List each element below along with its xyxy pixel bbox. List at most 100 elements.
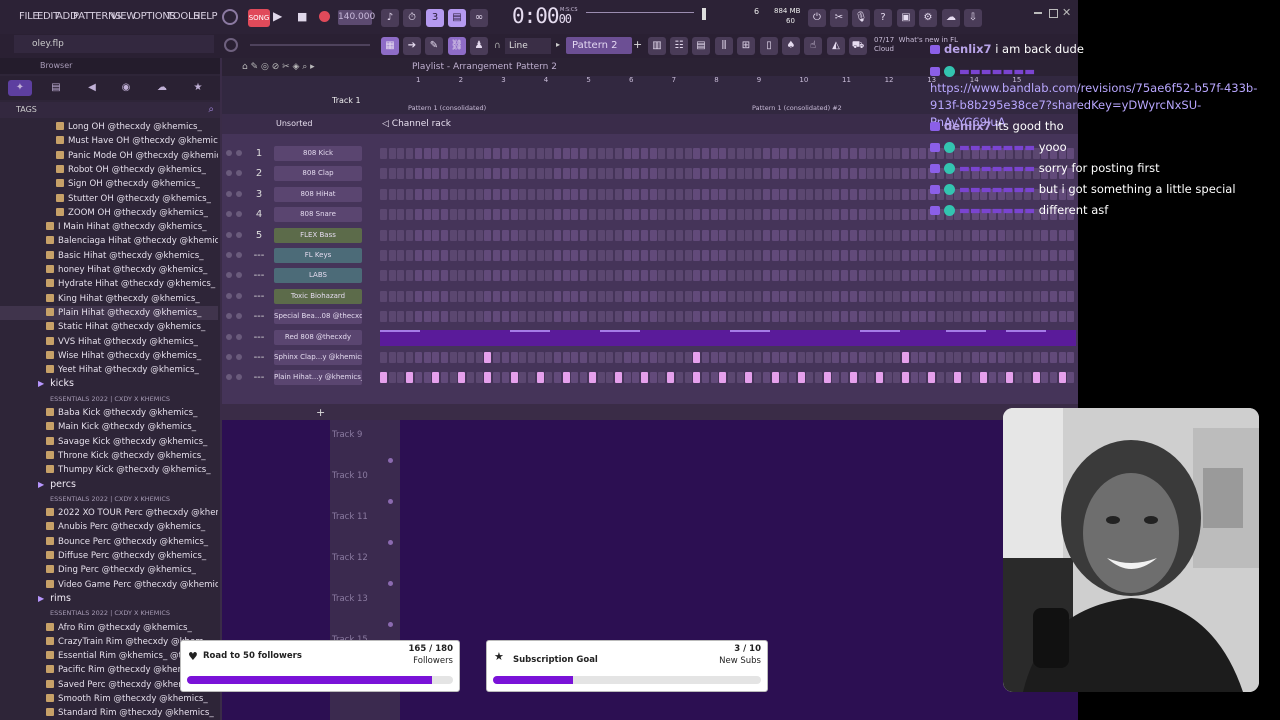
step-button[interactable]: [962, 352, 970, 363]
step-button[interactable]: [1041, 352, 1049, 363]
step-button[interactable]: [1015, 352, 1023, 363]
step-button[interactable]: [475, 290, 483, 302]
step-button[interactable]: [388, 311, 396, 323]
step-button[interactable]: [484, 188, 492, 200]
channel-pan-knob[interactable]: [236, 292, 242, 299]
channel-name-button[interactable]: FL Keys: [274, 248, 362, 263]
step-button[interactable]: [858, 168, 866, 180]
step-button[interactable]: [841, 250, 849, 261]
channel-mixer-number[interactable]: ---: [248, 248, 270, 264]
step-button[interactable]: [806, 372, 814, 384]
step-button[interactable]: [606, 311, 614, 323]
step-button[interactable]: [449, 229, 457, 241]
track-label[interactable]: Track 10: [332, 471, 368, 481]
step-button[interactable]: [919, 372, 927, 384]
step-button[interactable]: [406, 290, 414, 302]
step-button[interactable]: [501, 290, 509, 302]
all-tab-icon[interactable]: ✦: [8, 80, 32, 96]
channel-mute-led[interactable]: [226, 374, 232, 381]
step-button[interactable]: [701, 290, 709, 302]
step-button[interactable]: [884, 290, 892, 302]
step-button[interactable]: [580, 250, 588, 261]
step-button[interactable]: [484, 270, 492, 282]
step-button[interactable]: [414, 229, 422, 241]
step-button[interactable]: [380, 209, 387, 221]
step-button[interactable]: [997, 311, 1005, 323]
step-button[interactable]: [701, 250, 709, 261]
step-button[interactable]: [806, 168, 814, 180]
step-button[interactable]: [527, 168, 535, 180]
track-label[interactable]: Track 13: [332, 594, 368, 604]
step-button[interactable]: [693, 311, 701, 323]
step-button[interactable]: [406, 188, 414, 200]
step-button[interactable]: [945, 290, 953, 302]
step-button[interactable]: [936, 229, 944, 241]
channel-pan-knob[interactable]: [236, 272, 242, 279]
step-button[interactable]: [484, 229, 492, 241]
step-button[interactable]: [919, 311, 927, 323]
step-button[interactable]: [1067, 290, 1075, 302]
step-button[interactable]: [484, 168, 492, 180]
step-button[interactable]: [406, 372, 414, 384]
step-button[interactable]: [736, 270, 744, 282]
step-button[interactable]: [432, 188, 440, 200]
step-button[interactable]: [797, 250, 805, 261]
step-button[interactable]: [545, 209, 553, 221]
step-button[interactable]: [997, 352, 1005, 363]
step-button[interactable]: [632, 352, 640, 363]
step-button[interactable]: [597, 229, 605, 241]
step-button[interactable]: [449, 168, 457, 180]
step-button[interactable]: [762, 250, 770, 261]
step-button[interactable]: [849, 250, 857, 261]
step-button[interactable]: [719, 229, 727, 241]
step-button[interactable]: [614, 168, 622, 180]
step-button[interactable]: [928, 352, 936, 363]
step-button[interactable]: [623, 209, 631, 221]
step-button[interactable]: [832, 188, 840, 200]
step-button[interactable]: [423, 209, 431, 221]
step-button[interactable]: [806, 229, 814, 241]
step-button[interactable]: [519, 270, 527, 282]
step-button[interactable]: [414, 352, 422, 363]
step-button[interactable]: [693, 290, 701, 302]
step-button[interactable]: [884, 270, 892, 282]
step-button[interactable]: [667, 352, 675, 363]
step-button[interactable]: [684, 270, 692, 282]
browser-file-item[interactable]: Throne Kick @thecxdy @khemics_★: [0, 449, 218, 463]
magnet-icon[interactable]: ∩: [494, 41, 501, 51]
pattern-clip-2[interactable]: Pattern 1 (consolidated) #2: [752, 104, 842, 112]
step-button[interactable]: [406, 270, 414, 282]
step-button[interactable]: [710, 229, 718, 241]
step-button[interactable]: [980, 250, 988, 261]
step-button[interactable]: [823, 290, 831, 302]
step-button[interactable]: [736, 229, 744, 241]
step-button[interactable]: [1006, 372, 1014, 384]
track-label[interactable]: Track 12: [332, 553, 368, 563]
song-pat-toggle[interactable]: SONG: [248, 9, 270, 27]
step-button[interactable]: [788, 372, 796, 384]
browser-file-item[interactable]: honey Hihat @thecxdy @khemics_: [0, 263, 218, 277]
step-button[interactable]: [701, 372, 709, 384]
step-button[interactable]: [745, 270, 753, 282]
step-button[interactable]: [536, 290, 544, 302]
channel-mute-led[interactable]: [226, 211, 232, 218]
step-button[interactable]: [788, 352, 796, 363]
step-button[interactable]: [823, 250, 831, 261]
files-tab-icon[interactable]: ▤: [44, 80, 68, 96]
step-button[interactable]: [823, 188, 831, 200]
step-button[interactable]: [754, 372, 762, 384]
step-button[interactable]: [641, 372, 648, 384]
step-button[interactable]: [580, 188, 588, 200]
step-button[interactable]: [1006, 229, 1014, 241]
step-button[interactable]: [806, 270, 814, 282]
step-button[interactable]: [536, 229, 544, 241]
step-button[interactable]: [832, 250, 840, 261]
step-button[interactable]: [632, 250, 640, 261]
step-button[interactable]: [536, 352, 544, 363]
step-button[interactable]: [562, 270, 570, 282]
step-button[interactable]: [406, 250, 414, 261]
master-pitch-slider[interactable]: [250, 44, 370, 46]
step-button[interactable]: [980, 290, 988, 302]
step-button[interactable]: [614, 188, 622, 200]
step-button[interactable]: [728, 250, 735, 261]
